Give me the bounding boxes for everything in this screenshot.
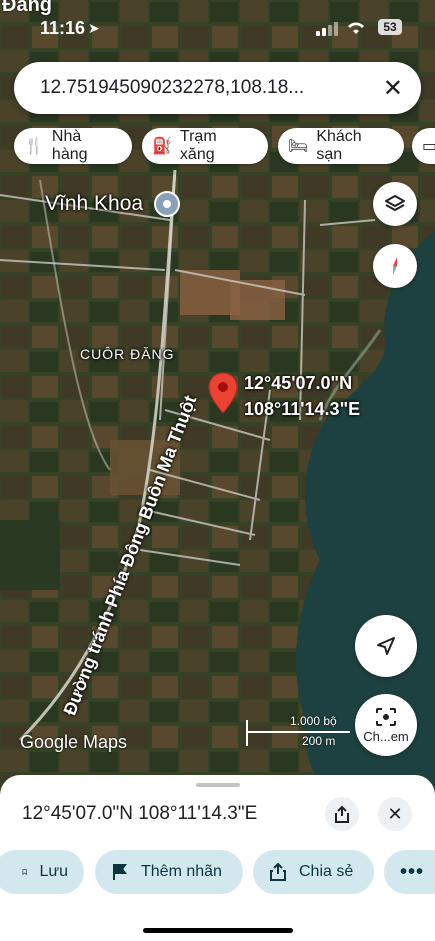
chip-label: Khách sạn bbox=[316, 128, 362, 163]
dropped-pin-icon[interactable] bbox=[208, 372, 238, 414]
bottom-sheet[interactable]: 12°45'07.0"N 108°11'14.3"E ✕ Lưu Thêm nh… bbox=[0, 775, 435, 941]
scale-bottom-label: 200 m bbox=[302, 734, 336, 748]
more-actions-button[interactable]: ••• bbox=[384, 850, 435, 894]
map-scale: 1.000 bộ 200 m bbox=[246, 714, 356, 754]
close-sheet-button[interactable]: ✕ bbox=[378, 797, 412, 831]
place-label-cuon-dang: CUÔR ĐĂNG bbox=[80, 346, 175, 362]
sheet-drag-handle[interactable] bbox=[196, 783, 240, 787]
camera-search-button[interactable]: Ch...em bbox=[355, 694, 417, 756]
add-label-button[interactable]: Thêm nhãn bbox=[95, 850, 243, 894]
layers-button[interactable] bbox=[373, 182, 417, 226]
share-icon bbox=[335, 805, 349, 823]
share-circle-button[interactable] bbox=[325, 797, 359, 831]
compass-icon bbox=[393, 257, 397, 275]
chip-label: Trạm xăng bbox=[179, 128, 217, 163]
my-location-button[interactable] bbox=[355, 615, 417, 677]
bed-icon: 🛏 bbox=[288, 138, 309, 155]
pin-coordinate-label: 12°45'07.0"N 108°11'14.3"E bbox=[244, 370, 360, 422]
home-indicator bbox=[143, 928, 293, 933]
place-pin-icon[interactable] bbox=[154, 191, 180, 217]
google-maps-logo: Google Maps bbox=[20, 732, 128, 752]
chip-label: Nhà hàng bbox=[51, 128, 88, 163]
flag-icon bbox=[113, 864, 127, 880]
chip-more[interactable]: ▭ bbox=[412, 128, 435, 164]
lens-camera-icon bbox=[376, 707, 396, 726]
search-bar[interactable]: 12.751945090232278,108.18... ✕ bbox=[14, 62, 421, 114]
status-place-partial: Đăng bbox=[2, 0, 52, 16]
status-bar: Đăng 11:16 ➤ 53 bbox=[0, 0, 435, 44]
scale-bar-line bbox=[246, 731, 350, 733]
compass-button[interactable] bbox=[373, 244, 417, 288]
bookmark-icon bbox=[22, 869, 27, 876]
category-chips: 🍴 Nhà hàng ⛽ Trạm xăng 🛏 Khách sạn ▭ bbox=[0, 128, 435, 168]
place-label-vinh-khoa[interactable]: Vĩnh Khoa bbox=[45, 192, 143, 216]
layers-icon bbox=[385, 195, 405, 211]
close-icon: ✕ bbox=[387, 803, 403, 824]
more-dots-icon: ••• bbox=[400, 860, 425, 883]
location-arrow-icon: ➤ bbox=[88, 20, 100, 36]
fork-knife-icon: 🍴 bbox=[24, 138, 44, 155]
signal-icon bbox=[316, 22, 338, 36]
chip-hotels[interactable]: 🛏 Khách sạn bbox=[278, 128, 404, 164]
status-time: 11:16 bbox=[40, 18, 86, 38]
camera-search-label: Ch...em bbox=[363, 728, 409, 744]
battery-indicator: 53 bbox=[378, 19, 402, 35]
share-label: Chia sẻ bbox=[299, 863, 354, 880]
save-label: Lưu bbox=[39, 863, 68, 880]
scale-bar-tick bbox=[246, 720, 248, 746]
chip-gas-stations[interactable]: ⛽ Trạm xăng bbox=[142, 128, 268, 164]
more-category-icon: ▭ bbox=[422, 138, 435, 155]
sheet-coordinates: 12°45'07.0"N 108°11'14.3"E bbox=[22, 803, 258, 824]
pin-longitude: 108°11'14.3"E bbox=[244, 399, 361, 419]
wifi-icon bbox=[348, 22, 364, 34]
clear-search-icon[interactable]: ✕ bbox=[383, 74, 403, 103]
scale-top-label: 1.000 bộ bbox=[290, 714, 337, 728]
save-button[interactable]: Lưu bbox=[0, 850, 84, 894]
share-icon bbox=[270, 862, 286, 881]
share-button[interactable]: Chia sẻ bbox=[253, 850, 374, 894]
search-query[interactable]: 12.751945090232278,108.18... bbox=[40, 77, 360, 99]
gas-station-icon: ⛽ bbox=[152, 138, 172, 155]
add-label-label: Thêm nhãn bbox=[141, 863, 222, 880]
navigation-arrow-icon bbox=[377, 637, 395, 655]
chip-restaurants[interactable]: 🍴 Nhà hàng bbox=[14, 128, 132, 164]
pin-latitude: 12°45'07.0"N bbox=[244, 373, 353, 393]
